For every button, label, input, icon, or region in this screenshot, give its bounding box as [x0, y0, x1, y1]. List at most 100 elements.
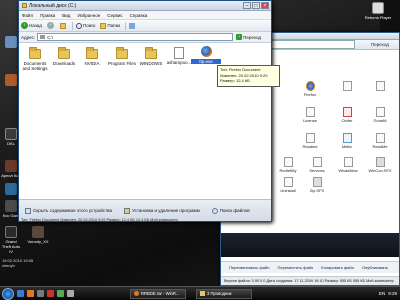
firefox-icon[interactable] [27, 290, 34, 297]
file-item[interactable] [334, 81, 360, 92]
folder-icon [86, 47, 98, 59]
file-item[interactable] [367, 81, 393, 92]
opera-icon[interactable] [47, 290, 54, 297]
desktop-icon[interactable]: Grand Theft Auto IV [1, 226, 21, 254]
file-item[interactable]: ashampoo... [164, 47, 194, 65]
desktop-icon-label: Voronty_XX [27, 239, 49, 244]
quick-launch-icon[interactable] [17, 290, 24, 297]
address-bar: Адрес: C:\ › Переход [19, 32, 271, 43]
desktop-icon-label: Returns Player [364, 15, 392, 20]
search-button[interactable]: Поиск [75, 22, 96, 29]
forward-button[interactable]: › [46, 22, 55, 29]
file-name: ReadMe [372, 144, 388, 149]
quick-launch-icon[interactable] [57, 290, 64, 297]
menu-view[interactable]: Вид [62, 13, 70, 18]
file-item[interactable]: WhatsNew [335, 157, 361, 173]
app-icon [5, 200, 17, 212]
menu-file[interactable]: Файл [22, 13, 33, 18]
folder-item[interactable]: WINDOWS [136, 47, 166, 66]
file-item[interactable]: ПолиМ [367, 107, 393, 123]
firefox-icon [305, 81, 315, 91]
forward-arrow-icon: › [46, 22, 54, 29]
action-label: Установка и удаление программ [132, 208, 200, 213]
desktop-icon[interactable]: Voronty_XX [24, 226, 52, 244]
file-item[interactable]: Olofer [334, 107, 360, 123]
file-name: Readme [302, 144, 318, 149]
dark-panel [221, 233, 399, 257]
rename-file-button[interactable]: Переименовать файл [229, 265, 270, 270]
go-label: Переход [243, 34, 262, 40]
file-item[interactable]: Zip.SFX [304, 177, 330, 193]
desktop-icon-label: Grand Theft Auto IV [1, 239, 21, 254]
file-name: Mellic [341, 144, 353, 149]
file-name: WinCon.SFX [368, 168, 392, 173]
file-name: Firefox [303, 92, 317, 97]
app-icon [5, 160, 17, 172]
folder-item[interactable]: Documents and Settings [20, 47, 50, 71]
taskbar-item-explorer[interactable]: 3 Проводник [196, 288, 252, 299]
file-item[interactable]: RedlefMy [275, 157, 301, 173]
file-item-selected[interactable]: ttp.exe [191, 46, 221, 64]
maximize-button[interactable]: □ [252, 2, 260, 9]
folder-item[interactable]: NVIDIA [77, 47, 107, 66]
start-button[interactable] [2, 287, 14, 300]
file-item[interactable]: Mellic [334, 133, 360, 149]
file-name: ПолиМ [373, 118, 387, 123]
folders-button[interactable]: Папки [100, 22, 120, 29]
app-icon [5, 36, 17, 48]
go-button[interactable]: Переход [371, 42, 389, 47]
language-indicator[interactable]: EN [379, 291, 385, 296]
file-item[interactable]: ReadMe [367, 133, 393, 149]
file-item[interactable]: License [297, 107, 323, 123]
menu-help[interactable]: Справка [130, 13, 148, 18]
programs-icon [124, 207, 131, 214]
search-icon [211, 207, 218, 214]
file-item[interactable]: Firefox [297, 81, 323, 97]
back-button[interactable]: ‹ Назад [21, 22, 42, 29]
copy-file-button[interactable]: Копировать файл [321, 265, 354, 270]
quick-launch-icon[interactable] [67, 290, 74, 297]
folder-item[interactable]: Program Files [107, 47, 137, 66]
menu-bar: Файл Правка Вид Избранное Сервис Справка [19, 11, 271, 20]
file-icon [342, 81, 352, 91]
status-bar: Версия файла: 3.90.0.0 Дата создания: 17… [221, 276, 399, 285]
go-button[interactable]: › Переход [236, 34, 261, 40]
file-item[interactable]: Uninstall [275, 177, 301, 193]
file-item[interactable]: WinCon.SFX [367, 157, 393, 173]
folder-item[interactable]: Downloads [49, 47, 79, 66]
menu-favorites[interactable]: Избранное [77, 13, 100, 18]
document-icon [342, 107, 352, 117]
add-remove-programs-button[interactable]: Установка и удаление программ [124, 207, 200, 214]
clock[interactable]: 9:29 [388, 291, 397, 296]
minimize-button[interactable]: – [243, 2, 251, 9]
document-icon [375, 157, 385, 167]
close-button[interactable]: × [261, 2, 269, 9]
taskbar-item-winrar[interactable]: RRBDE.rar - WinR... [130, 288, 186, 299]
file-item[interactable]: Readme [297, 133, 323, 149]
menu-edit[interactable]: Правка [40, 13, 55, 18]
folder-icon [116, 47, 128, 59]
search-label: Поиск [82, 23, 96, 28]
back-arrow-icon: ‹ [21, 22, 28, 29]
views-button[interactable] [129, 22, 136, 29]
quick-launch-icon[interactable] [37, 290, 44, 297]
hide-drive-contents-button[interactable]: Скрыть содержимое этого устройства [25, 207, 112, 214]
document-icon [283, 157, 293, 167]
move-file-button[interactable]: Переместить файл [278, 265, 314, 270]
publish-button[interactable]: Опубликовать [362, 265, 388, 270]
file-item[interactable]: Services [304, 157, 330, 173]
address-input[interactable]: C:\ [37, 33, 234, 41]
desktop: DKL Арнол Кон Kcc Gam Grand Theft Auto I… [0, 0, 400, 300]
menu-tools[interactable]: Сервис [107, 13, 122, 18]
search-icon [75, 22, 82, 29]
explorer-window-front[interactable]: Локальный диск (C:) – □ × Файл Правка Ви… [18, 0, 280, 222]
file-name: Downloads [52, 61, 76, 66]
window-title: Локальный диск (C:) [29, 2, 77, 9]
folder-up-icon [59, 22, 66, 29]
desktop-icon[interactable]: Returns Player [361, 2, 395, 20]
title-bar[interactable]: Локальный диск (C:) – □ × [19, 1, 271, 11]
up-button[interactable] [59, 22, 67, 29]
search-files-button[interactable]: Поиск файлов [211, 207, 250, 214]
document-icon [305, 133, 315, 143]
document-icon [283, 177, 293, 187]
